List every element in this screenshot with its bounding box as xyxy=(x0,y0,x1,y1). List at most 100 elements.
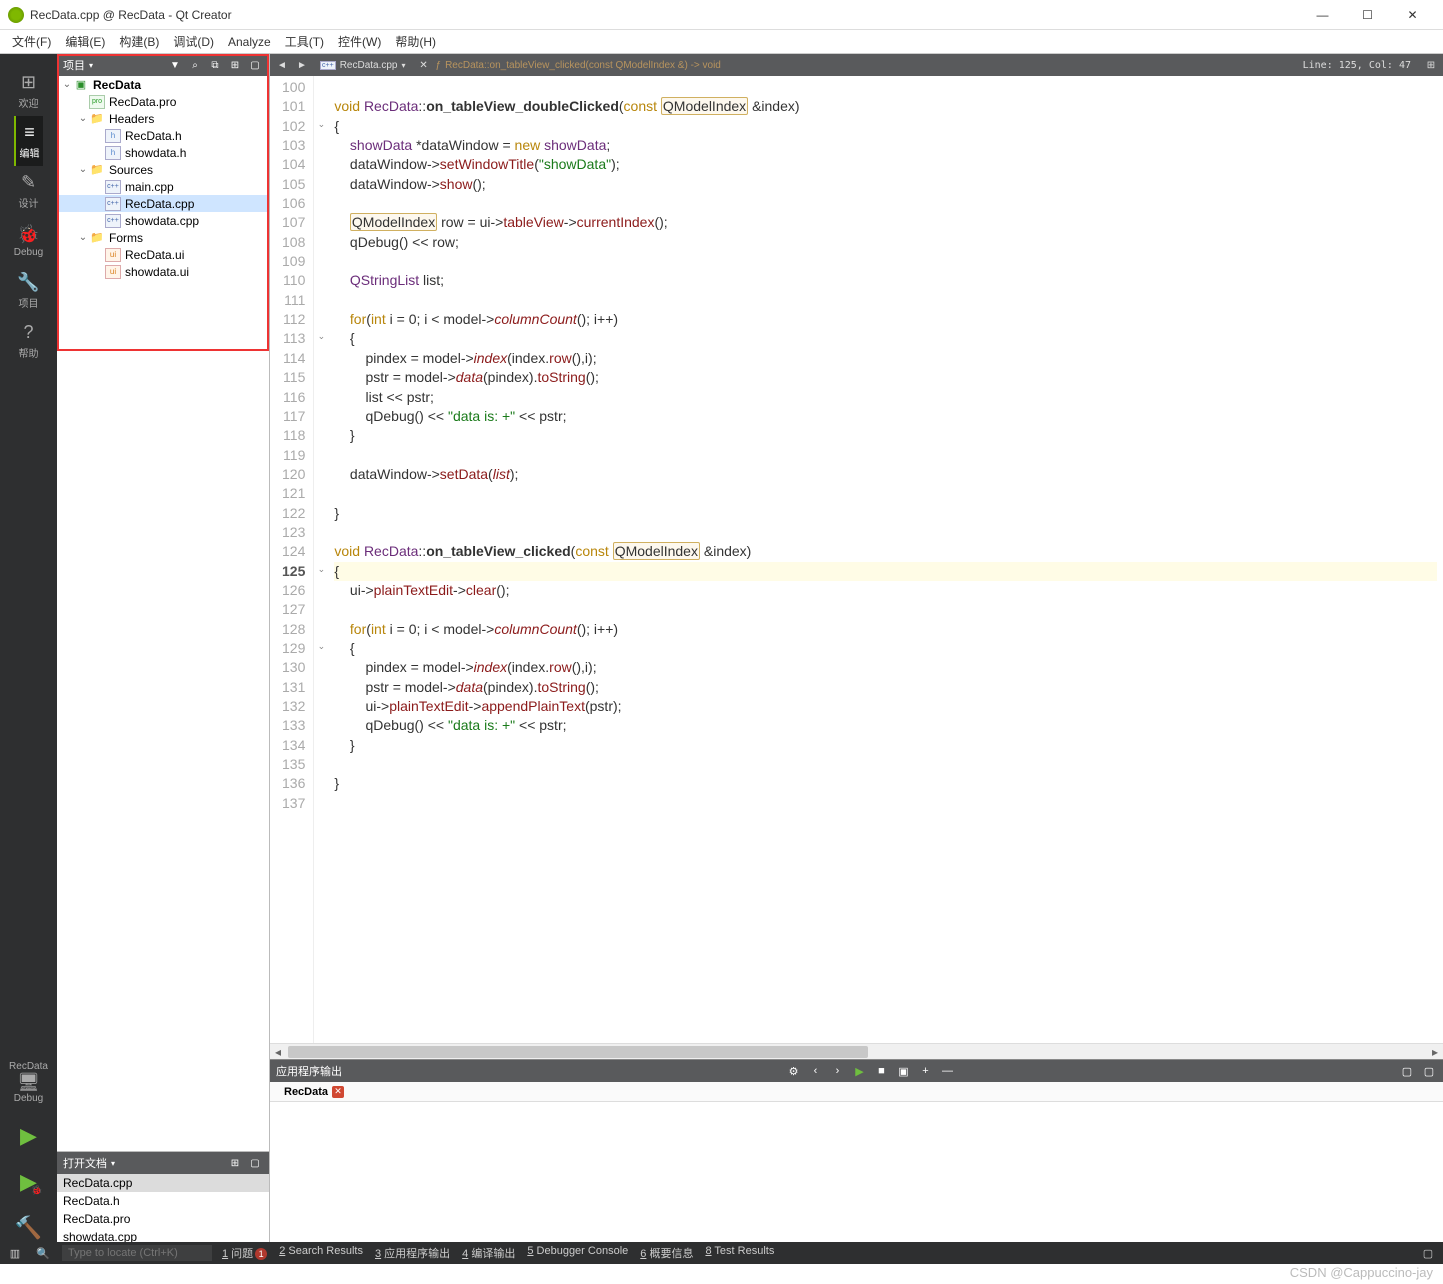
target-config: Debug xyxy=(0,1093,57,1104)
tree-item-label: RecData.ui xyxy=(125,248,184,262)
status-bar: ▥ 🔍 1 问题1 2 Search Results 3 应用程序输出 4 编译输出 5… xyxy=(0,1242,1443,1264)
tree-item-label: showdata.cpp xyxy=(125,214,199,228)
tree-item[interactable]: c++RecData.cpp xyxy=(57,195,269,212)
project-tree[interactable]: ⌄▣RecDataproRecData.pro⌄📁HeadershRecData… xyxy=(57,76,269,1151)
menu-item[interactable]: 帮助(H) xyxy=(389,31,442,52)
menu-item[interactable]: 工具(T) xyxy=(279,31,330,52)
project-panel-title: 项目 xyxy=(63,57,85,73)
code-editor[interactable]: 1001011021031041051061071081091101111121… xyxy=(270,76,1443,1043)
kit-selector[interactable]: RecData 🖥 Debug xyxy=(0,1055,57,1110)
tree-item[interactable]: c++showdata.cpp xyxy=(57,212,269,229)
menu-item[interactable]: Analyze xyxy=(222,33,277,51)
navigation-panel: 项目 ▾ ▼ ⌕ ⧉ ⊞ ▢ ⌄▣RecDataproRecData.pro⌄📁… xyxy=(57,54,270,1264)
code-body[interactable]: void RecData::on_tableView_doubleClicked… xyxy=(328,76,1443,1043)
tree-item-label: Forms xyxy=(109,231,143,245)
mode-icon: 🔧 xyxy=(17,272,39,293)
editor-toolbar: ◄ ► c++ RecData.cpp ▾ ✕ ƒ RecData::on_ta… xyxy=(270,54,1443,76)
sync-icon[interactable]: ⧉ xyxy=(207,57,223,73)
output-min-icon[interactable]: ▢ xyxy=(1399,1063,1415,1079)
menu-item[interactable]: 控件(W) xyxy=(332,31,387,52)
title-bar: RecData.cpp @ RecData - Qt Creator — ☐ ✕ xyxy=(0,0,1443,30)
tree-item[interactable]: uishowdata.ui xyxy=(57,263,269,280)
output-remove-icon[interactable]: — xyxy=(940,1063,956,1079)
cursor-position: Line: 125, Col: 47 xyxy=(1295,60,1419,71)
open-doc-item[interactable]: RecData.h xyxy=(57,1192,269,1210)
close-docs-icon[interactable]: ▢ xyxy=(247,1155,263,1171)
mode-项目[interactable]: 🔧项目 xyxy=(14,266,43,316)
status-tab[interactable]: 4 编译输出 xyxy=(462,1245,515,1261)
output-attach-icon[interactable]: ▣ xyxy=(896,1063,912,1079)
minimize-button[interactable]: — xyxy=(1300,0,1345,30)
horizontal-scrollbar[interactable]: ◂▸ xyxy=(270,1043,1443,1059)
output-tabbar: RecData ✕ xyxy=(270,1082,1443,1102)
status-tab[interactable]: 1 问题1 xyxy=(222,1245,267,1261)
search-icon[interactable]: 🔍 xyxy=(34,1244,52,1262)
editor-file-chip[interactable]: c++ RecData.cpp ▾ xyxy=(314,60,412,71)
split-icon[interactable]: ⊞ xyxy=(227,57,243,73)
tree-item[interactable]: proRecData.pro xyxy=(57,93,269,110)
mode-欢迎[interactable]: ⊞ 欢迎 xyxy=(14,66,43,116)
tree-item[interactable]: hRecData.h xyxy=(57,127,269,144)
toggle-sidebar-icon[interactable]: ▥ xyxy=(6,1244,24,1262)
tree-item[interactable]: c++main.cpp xyxy=(57,178,269,195)
tree-item[interactable]: ⌄📁Headers xyxy=(57,110,269,127)
tree-item[interactable]: uiRecData.ui xyxy=(57,246,269,263)
tree-item[interactable]: ⌄▣RecData xyxy=(57,76,269,93)
output-prev-icon[interactable]: ‹ xyxy=(808,1063,824,1079)
debug-run-button[interactable]: ▶🐞 xyxy=(9,1162,49,1202)
output-next-icon[interactable]: › xyxy=(830,1063,846,1079)
close-button[interactable]: ✕ xyxy=(1390,0,1435,30)
close-output-tab-icon[interactable]: ✕ xyxy=(332,1086,344,1098)
mode-Debug[interactable]: 🐞Debug xyxy=(14,216,43,266)
maximize-button[interactable]: ☐ xyxy=(1345,0,1390,30)
open-doc-item[interactable]: RecData.pro xyxy=(57,1210,269,1228)
mode-帮助[interactable]: ?帮助 xyxy=(14,316,43,366)
tree-item[interactable]: hshowdata.h xyxy=(57,144,269,161)
mode-编辑[interactable]: ≡编辑 xyxy=(14,116,43,166)
output-panel: 应用程序输出 ⚙ ‹ › ▶ ■ ▣ + — ▢ ▢ RecData ✕ xyxy=(270,1059,1443,1264)
status-tab[interactable]: 5 Debugger Console xyxy=(527,1245,628,1261)
split-docs-icon[interactable]: ⊞ xyxy=(227,1155,243,1171)
menu-item[interactable]: 文件(F) xyxy=(6,31,57,52)
nav-fwd-icon[interactable]: ► xyxy=(294,57,310,73)
output-tab[interactable]: RecData ✕ xyxy=(276,1084,352,1100)
menu-item[interactable]: 编辑(E) xyxy=(59,31,111,52)
open-doc-item[interactable]: RecData.cpp xyxy=(57,1174,269,1192)
filter-icon[interactable]: ▼ xyxy=(167,57,183,73)
mode-icon: ⊞ xyxy=(21,72,36,93)
output-add-icon[interactable]: + xyxy=(918,1063,934,1079)
menu-item[interactable]: 构建(B) xyxy=(113,31,165,52)
tree-item-label: showdata.h xyxy=(125,146,186,160)
status-tab[interactable]: 2 Search Results xyxy=(279,1245,363,1261)
fold-column[interactable]: ⌄⌄⌄⌄ xyxy=(314,76,328,1043)
output-stop-icon[interactable]: ■ xyxy=(874,1063,890,1079)
close-panel-icon[interactable]: ▢ xyxy=(247,57,263,73)
editor-file-name: RecData.cpp xyxy=(340,60,398,71)
output-settings-icon[interactable]: ⚙ xyxy=(786,1063,802,1079)
output-run-icon[interactable]: ▶ xyxy=(852,1063,868,1079)
tree-item-label: RecData.cpp xyxy=(125,197,194,211)
link-icon[interactable]: ⌕ xyxy=(187,57,203,73)
close-editor-icon[interactable]: ✕ xyxy=(416,57,432,73)
tree-item[interactable]: ⌄📁Sources xyxy=(57,161,269,178)
status-tab[interactable]: 3 应用程序输出 xyxy=(375,1245,450,1261)
editor-split-icon[interactable]: ⊞ xyxy=(1423,57,1439,73)
status-tab[interactable]: 8 Test Results xyxy=(705,1245,774,1261)
status-tab[interactable]: 6 概要信息 xyxy=(640,1245,693,1261)
output-max-icon[interactable]: ▢ xyxy=(1421,1063,1437,1079)
tree-item-label: main.cpp xyxy=(125,180,174,194)
open-docs-title: 打开文档 xyxy=(63,1155,107,1171)
output-header: 应用程序输出 ⚙ ‹ › ▶ ■ ▣ + — ▢ ▢ xyxy=(270,1060,1443,1082)
mode-label: Debug xyxy=(14,247,43,258)
statusbar-toggle-icon[interactable]: ▢ xyxy=(1419,1244,1437,1262)
menu-item[interactable]: 调试(D) xyxy=(167,31,220,52)
locator-input[interactable] xyxy=(62,1245,212,1261)
nav-back-icon[interactable]: ◄ xyxy=(274,57,290,73)
editor-crumb[interactable]: RecData::on_tableView_clicked(const QMod… xyxy=(445,60,721,71)
mode-设计[interactable]: ✎设计 xyxy=(14,166,43,216)
output-body[interactable] xyxy=(270,1102,1443,1264)
run-button[interactable]: ▶ xyxy=(9,1116,49,1156)
output-title: 应用程序输出 xyxy=(276,1063,342,1079)
mode-label: 欢迎 xyxy=(19,95,39,110)
tree-item[interactable]: ⌄📁Forms xyxy=(57,229,269,246)
